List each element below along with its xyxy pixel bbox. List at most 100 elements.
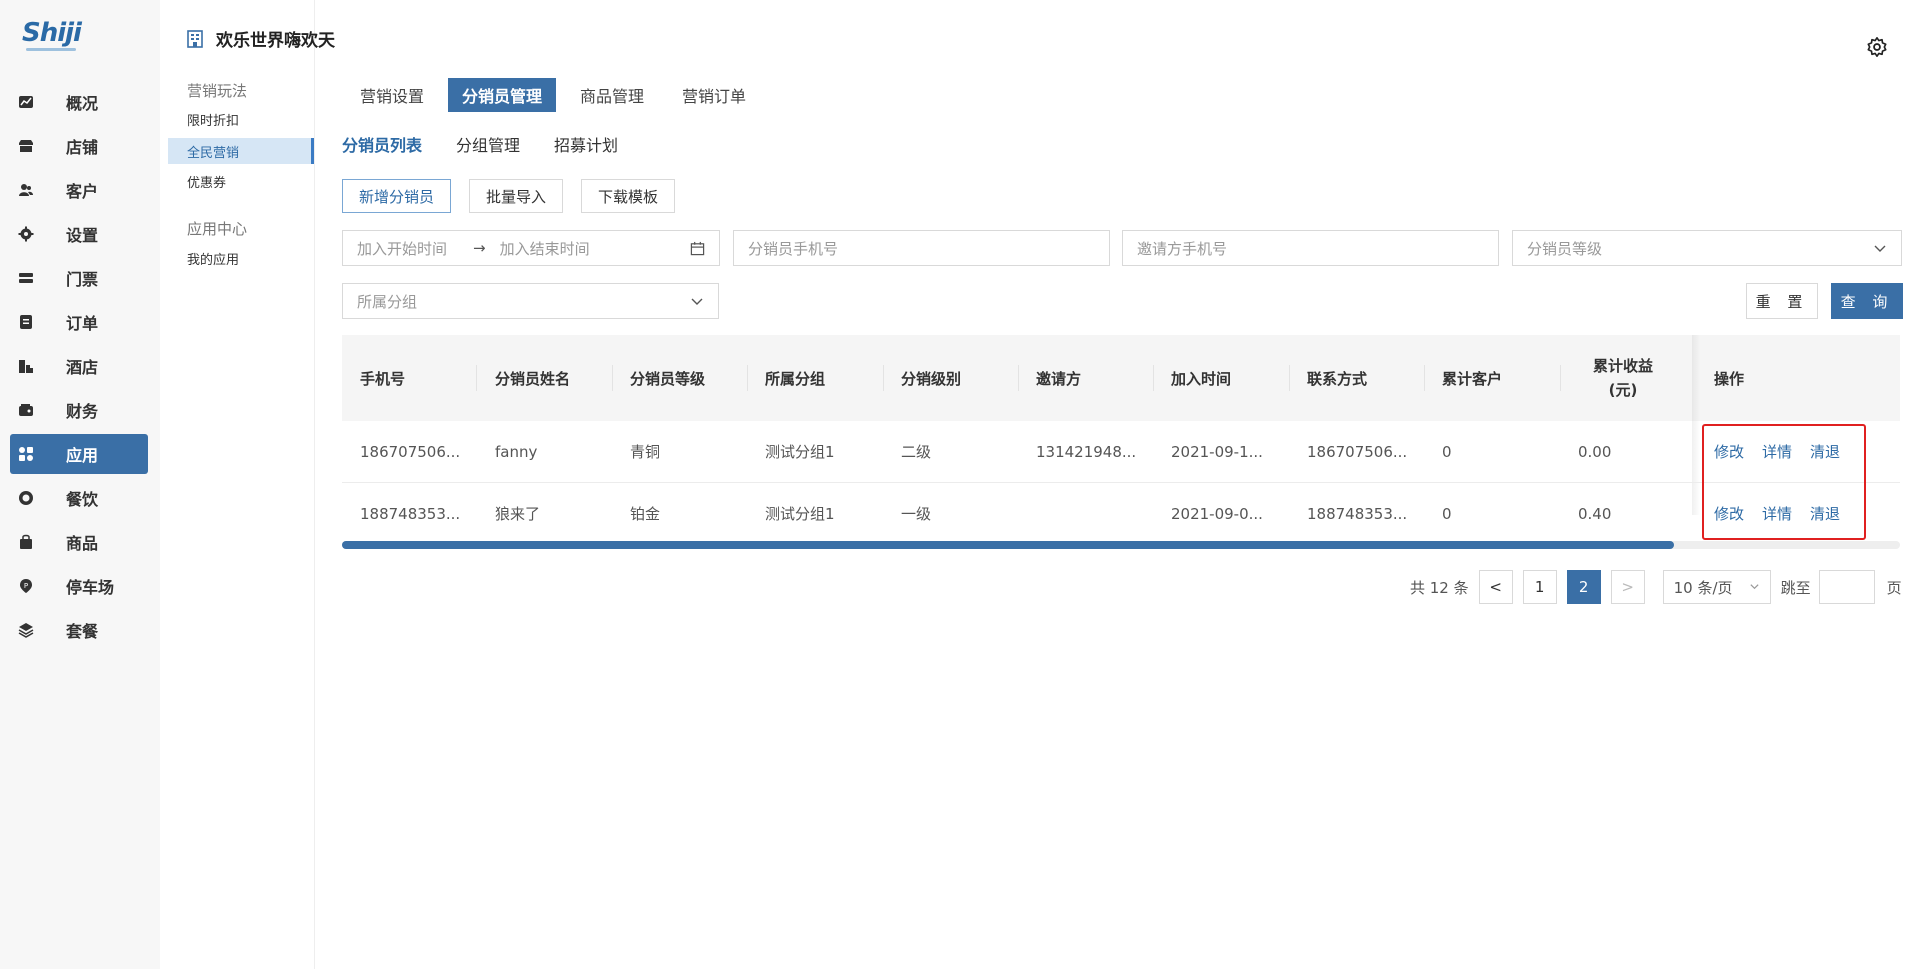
- nav-label: 财务: [66, 402, 99, 421]
- group-select[interactable]: 所属分组: [342, 283, 719, 319]
- main-nav: 概况 店铺 客户 设置 门票 订单 酒店 财务 应用 餐饮 商品 P 停车场 套…: [10, 82, 148, 654]
- subnav-group-marketing: 营销玩法: [187, 82, 248, 100]
- nav-label: 停车场: [66, 578, 115, 597]
- prev-page-button[interactable]: <: [1478, 570, 1513, 604]
- cell-contact: 186707506...: [1307, 442, 1408, 461]
- sub-tabs: 分销员列表 分组管理 招募计划: [342, 132, 652, 166]
- subtab-group-management[interactable]: 分组管理: [456, 132, 520, 166]
- nav-item-finance[interactable]: 财务: [10, 390, 148, 430]
- nav-label: 店铺: [66, 138, 99, 157]
- nav-label: 酒店: [66, 358, 99, 377]
- page-size-select[interactable]: 10 条/页: [1662, 570, 1771, 604]
- chevron-down-icon: [1749, 578, 1760, 596]
- subnav-item-flash-discount[interactable]: 限时折扣: [168, 106, 314, 132]
- jump-page-input[interactable]: [1818, 570, 1875, 604]
- cell-group: 测试分组1: [765, 505, 835, 523]
- ticket-icon: [18, 270, 34, 286]
- svg-text:P: P: [24, 582, 28, 590]
- store-icon: [18, 138, 34, 154]
- nav-item-customers[interactable]: 客户: [10, 170, 148, 210]
- bulk-import-button[interactable]: 批量导入: [469, 179, 564, 213]
- cell-contact: 188748353...: [1307, 504, 1408, 523]
- column-header-income: 累计收益 (元): [1578, 335, 1668, 421]
- cell-customers: 0: [1442, 442, 1452, 461]
- subtab-recruitment-plan[interactable]: 招募计划: [554, 132, 618, 166]
- nav-item-parking[interactable]: P 停车场: [10, 566, 148, 606]
- table-row: 188748353... 狼来了 铂金 测试分组1 一级 2021-09-0..…: [342, 483, 1900, 545]
- wallet-icon: [18, 402, 34, 418]
- tab-marketing-settings[interactable]: 营销设置: [346, 78, 438, 112]
- edit-link[interactable]: 修改: [1714, 503, 1744, 524]
- left-sidebar: Shiji 概况 店铺 客户 设置 门票 订单 酒店 财务 应用 餐饮 商品 P…: [0, 0, 160, 969]
- pagination: 共 12 条 < 1 2 > 10 条/页 跳至 页: [1410, 570, 1902, 604]
- cell-phone: 186707506...: [360, 442, 461, 461]
- inviter-phone-input[interactable]: 邀请方手机号: [1122, 230, 1499, 266]
- column-header: 联系方式: [1307, 369, 1368, 388]
- bag-icon: [18, 534, 34, 550]
- nav-item-orders[interactable]: 订单: [10, 302, 148, 342]
- subnav-item-coupons[interactable]: 优惠券: [168, 168, 314, 194]
- query-button[interactable]: 查 询: [1831, 283, 1903, 319]
- detail-link[interactable]: 详情: [1762, 503, 1792, 524]
- tab-goods-management[interactable]: 商品管理: [566, 78, 658, 112]
- jump-suffix: 页: [1886, 578, 1902, 597]
- clear-link[interactable]: 清退: [1810, 503, 1840, 524]
- level-select[interactable]: 分销员等级: [1512, 230, 1902, 266]
- distributor-phone-input[interactable]: 分销员手机号: [733, 230, 1110, 266]
- cell-name: 狼来了: [495, 505, 541, 523]
- nav-item-hotel[interactable]: 酒店: [10, 346, 148, 386]
- cell-level: 铂金: [630, 505, 661, 523]
- add-distributor-button[interactable]: 新增分销员: [342, 179, 452, 213]
- brand-logo[interactable]: Shiji: [22, 18, 82, 48]
- horizontal-scroll-thumb[interactable]: [342, 541, 1675, 549]
- column-header: 分销员姓名: [495, 369, 571, 388]
- column-header-unit: (元): [1608, 381, 1638, 399]
- page-size-value: 10 条/页: [1673, 578, 1733, 597]
- next-page-button[interactable]: >: [1610, 570, 1645, 604]
- detail-link[interactable]: 详情: [1762, 441, 1792, 462]
- cell-tier: 二级: [901, 443, 932, 461]
- nav-label: 概况: [66, 94, 99, 113]
- pagination-total: 共 12 条: [1410, 578, 1469, 597]
- page-button-current[interactable]: 2: [1566, 570, 1601, 604]
- nav-item-settings[interactable]: 设置: [10, 214, 148, 254]
- order-icon: [18, 314, 34, 330]
- cell-name: fanny: [495, 442, 538, 461]
- clear-link[interactable]: 清退: [1810, 441, 1840, 462]
- users-icon: [18, 182, 34, 198]
- subtab-distributor-list[interactable]: 分销员列表: [342, 132, 422, 166]
- table-row: 186707506... fanny 青铜 测试分组1 二级 131421948…: [342, 421, 1900, 483]
- reset-button[interactable]: 重 置: [1746, 283, 1818, 319]
- date-range-picker[interactable]: 加入开始时间 → 加入结束时间: [342, 230, 720, 266]
- chart-icon: [18, 94, 34, 110]
- main-tabs: 营销设置 分销员管理 商品管理 营销订单: [346, 78, 770, 112]
- nav-label: 套餐: [66, 622, 99, 641]
- page-button[interactable]: 1: [1522, 570, 1557, 604]
- parking-icon: P: [18, 578, 34, 594]
- nav-item-tickets[interactable]: 门票: [10, 258, 148, 298]
- settings-gear-icon[interactable]: [1866, 36, 1888, 58]
- tab-distributor-management[interactable]: 分销员管理: [448, 78, 557, 112]
- column-header: 加入时间: [1171, 369, 1232, 388]
- nav-item-store[interactable]: 店铺: [10, 126, 148, 166]
- nav-item-dining[interactable]: 餐饮: [10, 478, 148, 518]
- nav-item-goods[interactable]: 商品: [10, 522, 148, 562]
- cell-phone: 188748353...: [360, 504, 461, 523]
- subnav-item-all-marketing[interactable]: 全民营销: [168, 138, 314, 164]
- nav-item-overview[interactable]: 概况: [10, 82, 148, 122]
- end-time-input[interactable]: 加入结束时间: [500, 238, 590, 259]
- nav-label: 餐饮: [66, 490, 99, 509]
- cell-income: 0.00: [1578, 442, 1612, 461]
- edit-link[interactable]: 修改: [1714, 441, 1744, 462]
- download-template-button[interactable]: 下载模板: [581, 179, 676, 213]
- nav-item-packages[interactable]: 套餐: [10, 610, 148, 650]
- cell-income: 0.40: [1578, 504, 1612, 523]
- nav-item-apps[interactable]: 应用: [10, 434, 148, 474]
- nav-label: 应用: [66, 446, 99, 465]
- calendar-icon: [690, 241, 705, 260]
- distributor-phone-placeholder: 分销员手机号: [748, 239, 839, 258]
- subnav-item-my-apps[interactable]: 我的应用: [168, 245, 314, 271]
- tab-marketing-orders[interactable]: 营销订单: [668, 78, 760, 112]
- cell-operations: 修改 详情 清退: [1714, 421, 1858, 482]
- start-time-input[interactable]: 加入开始时间: [357, 238, 447, 259]
